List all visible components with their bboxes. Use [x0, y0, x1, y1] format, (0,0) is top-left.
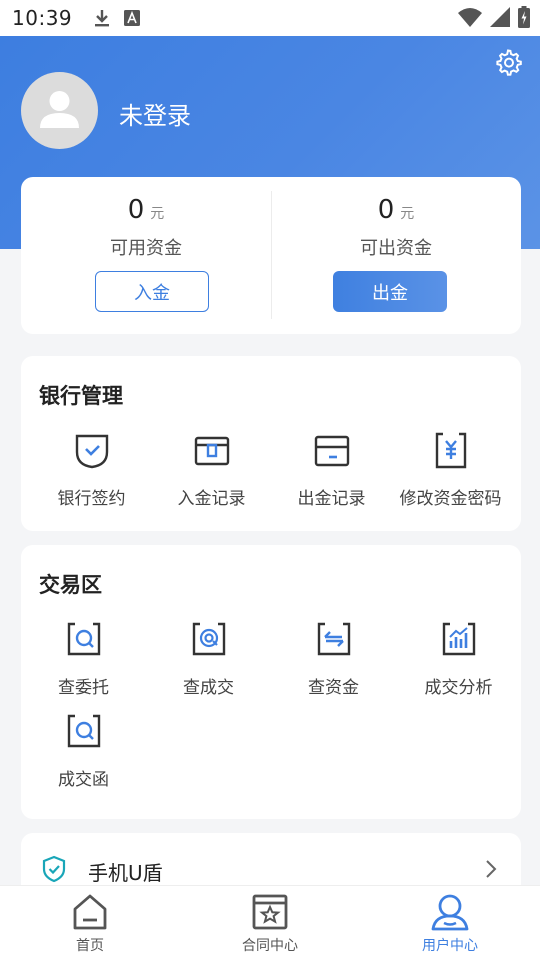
nav-item-contract-center[interactable]: 合同中心 — [210, 892, 330, 955]
grid-label: 查委托 — [58, 678, 109, 698]
withdraw-button[interactable]: 出金 — [333, 271, 447, 312]
deposit-record-item[interactable]: 入金记录 — [149, 430, 274, 509]
funds-card: 0元 可用资金 入金 0元 可出资金 出金 — [21, 177, 521, 334]
avatar[interactable] — [21, 72, 98, 149]
grid-label: 成交分析 — [424, 678, 493, 698]
grid-label: 查成交 — [183, 678, 234, 698]
ushield-label: 手机U盾 — [88, 861, 163, 885]
shield-check-icon — [42, 855, 66, 883]
a-icon — [124, 10, 141, 26]
withdraw-record-item[interactable]: 出金记录 — [269, 430, 394, 509]
nav-label: 首页 — [76, 938, 104, 954]
change-fund-password-item[interactable]: 修改资金密码 — [388, 430, 513, 509]
grid-label: 修改资金密码 — [399, 489, 502, 509]
nav-label: 用户中心 — [422, 938, 478, 954]
bank-signing-item[interactable]: 银行签约 — [29, 430, 154, 509]
withdrawable-amount-unit: 元 — [400, 206, 415, 222]
wifi-icon — [458, 8, 482, 27]
grid-label: 成交函 — [58, 770, 109, 790]
withdrawable-funds: 0元 可出资金 出金 — [271, 177, 521, 334]
status-bar: 10:39 — [0, 0, 540, 36]
withdrawable-amount: 0元 — [271, 195, 521, 225]
user-icon — [431, 894, 469, 931]
nav-label: 合同中心 — [242, 938, 298, 954]
grid-label: 银行签约 — [57, 489, 126, 509]
grid-label: 查资金 — [308, 678, 359, 698]
section-title: 交易区 — [39, 573, 102, 597]
yuan-document-icon — [435, 432, 466, 469]
target-frame-icon — [192, 622, 225, 656]
available-funds-label: 可用资金 — [110, 238, 182, 259]
withdrawable-amount-value: 0 — [377, 195, 395, 225]
user-placeholder-icon — [40, 91, 79, 128]
trade-confirmation-item[interactable]: 成交函 — [21, 711, 146, 790]
search-frame-icon — [67, 622, 100, 656]
money-frame-icon — [317, 622, 350, 656]
withdraw-record-icon — [314, 435, 349, 467]
deposit-button[interactable]: 入金 — [95, 271, 209, 312]
query-trades-item[interactable]: 查成交 — [146, 619, 271, 698]
available-amount: 0元 — [21, 195, 271, 225]
search-frame-icon — [67, 714, 100, 748]
nav-item-home[interactable]: 首页 — [30, 892, 150, 955]
available-amount-value: 0 — [127, 195, 145, 225]
grid-label: 出金记录 — [297, 489, 366, 509]
query-funds-item[interactable]: 查资金 — [271, 619, 396, 698]
grid-label: 入金记录 — [177, 489, 246, 509]
withdrawable-funds-label: 可出资金 — [360, 238, 432, 259]
chevron-right-icon — [486, 860, 497, 878]
home-icon — [73, 894, 107, 930]
available-funds: 0元 可用资金 入金 — [21, 177, 271, 334]
bottom-nav: 首页 合同中心 用户中心 — [0, 885, 540, 960]
trade-area-section: 交易区 查委托 查成交 查资金 成交分析 成交函 — [21, 545, 521, 819]
query-orders-item[interactable]: 查委托 — [21, 619, 146, 698]
status-time: 10:39 — [12, 6, 73, 30]
chart-frame-icon — [442, 622, 475, 656]
available-amount-unit: 元 — [150, 206, 165, 222]
battery-icon — [518, 6, 530, 28]
deposit-record-icon — [194, 436, 229, 466]
signal-icon — [490, 7, 510, 27]
nav-item-user-center[interactable]: 用户中心 — [390, 892, 510, 955]
download-icon — [95, 10, 110, 27]
bank-management-section: 银行管理 银行签约 入金记录 出金记录 修改资金密码 — [21, 356, 521, 531]
trade-analysis-item[interactable]: 成交分析 — [396, 619, 521, 698]
login-status[interactable]: 未登录 — [119, 96, 191, 131]
gear-icon — [496, 49, 522, 76]
shield-check-icon — [75, 434, 108, 469]
section-title: 银行管理 — [39, 384, 123, 408]
contract-icon — [252, 894, 288, 930]
settings-button[interactable] — [494, 48, 522, 76]
